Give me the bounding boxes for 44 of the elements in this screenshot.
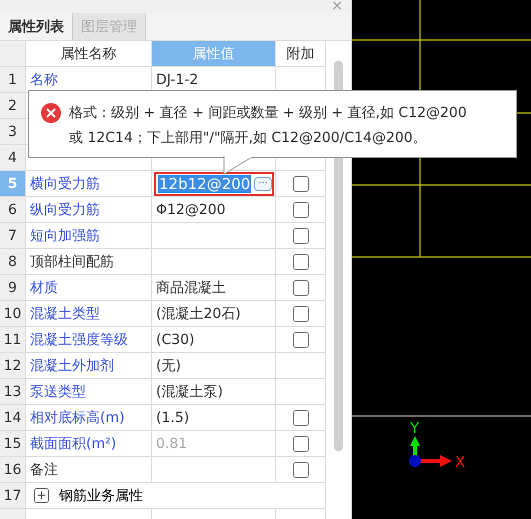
property-name: 泵送类型 (30, 382, 86, 400)
property-name: 混凝土强度等级 (30, 330, 128, 348)
row-number[interactable]: 11 (0, 327, 26, 353)
property-value: DJ-1-2 (156, 72, 198, 88)
property-name: 名称 (30, 70, 58, 88)
property-value: (无) (156, 356, 181, 374)
property-name: 材质 (30, 278, 58, 296)
row-number[interactable]: 4 (0, 145, 26, 171)
row-number[interactable]: 13 (0, 379, 26, 405)
property-name: 截面面积(m²) (30, 434, 116, 452)
property-name: 备注 (30, 460, 58, 478)
group-label: 钢筋业务属性 (59, 486, 143, 504)
row-number[interactable]: 7 (0, 223, 26, 249)
row-number[interactable]: 1 (0, 67, 26, 93)
row-number[interactable]: 8 (0, 249, 26, 275)
row-number[interactable]: 16 (0, 457, 26, 483)
more-button[interactable]: ··· (254, 176, 272, 190)
row-number[interactable]: 2 (0, 93, 26, 119)
row-number[interactable]: 10 (0, 301, 26, 327)
property-value: (混凝土泵) (156, 382, 223, 400)
property-value: Φ12@200 (156, 202, 226, 218)
row-number[interactable]: 9 (0, 275, 26, 301)
property-name: 顶部柱间配筋 (30, 252, 114, 270)
column-header[interactable]: 属性名称 (26, 41, 152, 67)
property-name: 相对底标高(m) (30, 408, 125, 426)
y-axis-label: Y (410, 419, 420, 437)
row-number[interactable]: 14 (0, 405, 26, 431)
column-header[interactable]: 附加 (276, 41, 326, 67)
expand-button[interactable]: + (34, 488, 49, 503)
row-number[interactable]: 6 (0, 197, 26, 223)
property-value: 商品混凝土 (156, 278, 226, 296)
row-number[interactable]: 12 (0, 353, 26, 379)
property-name: 纵向受力筋 (30, 200, 100, 218)
x-axis-label: X (455, 453, 466, 471)
property-name: 短向加强筋 (30, 226, 100, 244)
row-number[interactable]: 17 (0, 483, 26, 509)
property-name: 混凝土类型 (30, 304, 100, 322)
property-value: (C30) (156, 332, 195, 348)
property-name: 横向受力筋 (30, 174, 100, 192)
property-value: (1.5) (156, 410, 190, 426)
property-name: 混凝土外加剂 (30, 356, 114, 374)
property-value: (混凝土20石) (156, 304, 241, 322)
row-number[interactable]: 3 (0, 119, 26, 145)
property-value: 0.81 (156, 436, 188, 452)
